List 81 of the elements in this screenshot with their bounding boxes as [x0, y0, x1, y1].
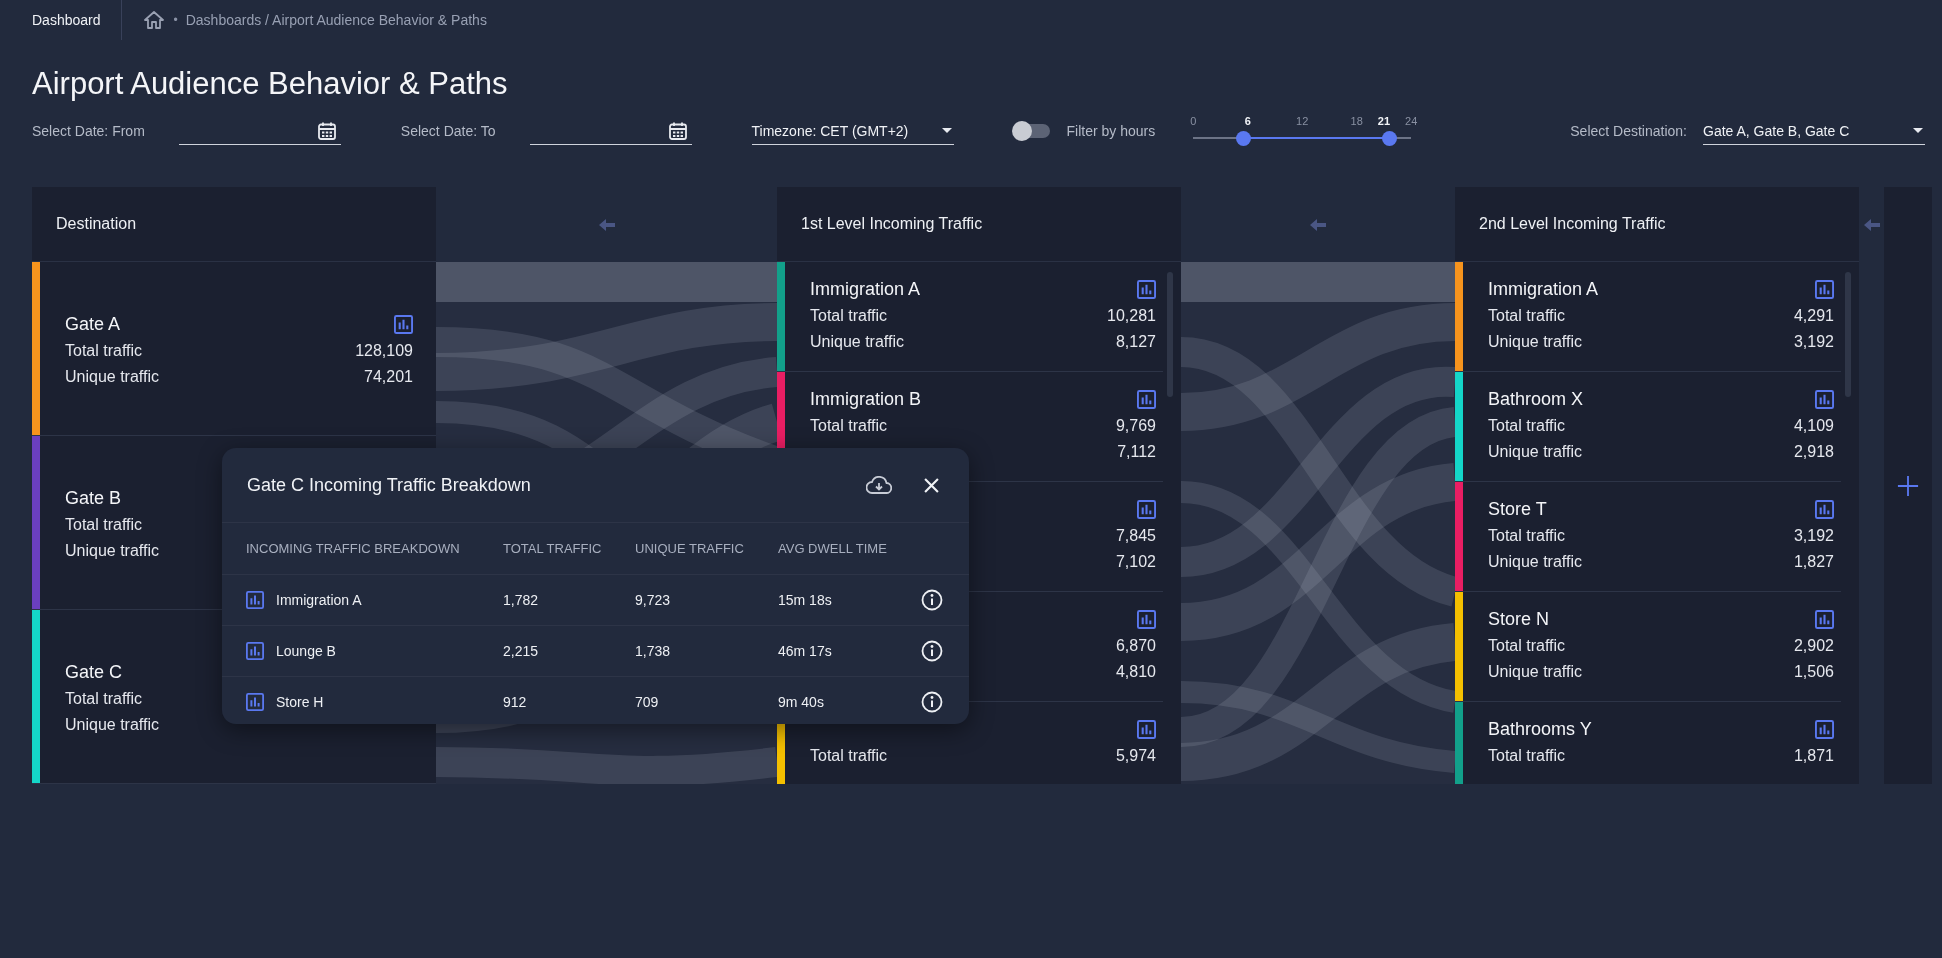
metric-value: 1,506 [1793, 663, 1834, 681]
metric-value: 8,127 [1115, 333, 1156, 351]
location-name: Immigration A [1488, 278, 1599, 300]
breadcrumb-separator: • [173, 13, 178, 27]
popup-title: Gate C Incoming Traffic Breakdown [247, 474, 532, 496]
location-name: Immigration B [810, 388, 922, 410]
metric-value: 5,974 [1115, 747, 1156, 765]
metric-value: 2,902 [1793, 637, 1834, 655]
metric-label: Total traffic [1488, 417, 1566, 435]
metric-label: Total traffic [65, 342, 143, 360]
table-cell-text: 15m 18s [778, 592, 833, 608]
metric-label: Total traffic [65, 516, 143, 534]
metric-value: 3,192 [1793, 527, 1834, 545]
table-cell-text: 709 [635, 694, 660, 710]
metric-label: Unique traffic [65, 368, 159, 386]
metric-value: 4,810 [1115, 663, 1156, 681]
metric-label: Unique traffic [1488, 443, 1582, 461]
table-cell: Immigration A [276, 592, 362, 608]
metric-label: Unique traffic [1488, 553, 1582, 571]
column-header: AVG DWELL TIME [778, 541, 888, 556]
metric-label: Unique traffic [1488, 333, 1582, 351]
tick-label: 24 [1405, 115, 1418, 127]
table-cell-text: 9,723 [635, 592, 672, 608]
tick-label: 6 [1244, 115, 1251, 127]
metric-label: Total traffic [810, 417, 888, 435]
column-header: TOTAL TRAFFIC [503, 541, 603, 556]
metric-value: 4,291 [1793, 307, 1834, 325]
metric-value: 1,827 [1793, 553, 1834, 571]
table-cell: Store H [276, 694, 324, 710]
column-header: INCOMING TRAFFIC BREAKDOWN [246, 541, 461, 556]
metric-value: 7,102 [1115, 553, 1156, 571]
tick-label: 0 [1190, 115, 1197, 127]
metric-value: 128,109 [355, 342, 413, 360]
date-from-label: Select Date: From [32, 123, 145, 139]
table-cell-text: 46m 17s [778, 643, 833, 659]
metric-value: 4,109 [1793, 417, 1834, 435]
metric-value: 74,201 [364, 368, 413, 386]
table-cell: Lounge B [276, 643, 336, 659]
column-header: UNIQUE TRAFFIC [635, 541, 745, 556]
metric-label: Total traffic [810, 747, 888, 765]
metric-label: Unique traffic [65, 542, 159, 560]
metric-value: 2,918 [1793, 443, 1834, 461]
destination-label: Select Destination: [1570, 123, 1687, 139]
metric-value: 7,845 [1115, 527, 1156, 545]
date-to-label: Select Date: To [400, 123, 496, 139]
metric-label: Unique traffic [1488, 663, 1582, 681]
metric-label: Total traffic [1488, 527, 1566, 545]
breadcrumb: Dashboards / Airport Audience Behavior & Paths [185, 12, 487, 28]
metric-label: Total traffic [1488, 747, 1566, 765]
location-name: Store N [1488, 608, 1550, 630]
table-cell-text: 912 [503, 694, 528, 710]
metric-value: 6,870 [1115, 637, 1156, 655]
metric-label: Total traffic [1488, 307, 1566, 325]
metric-label: Total traffic [810, 307, 888, 325]
location-name: Immigration A [810, 278, 921, 300]
metric-value: 9,769 [1115, 417, 1156, 435]
metric-value: 3,192 [1793, 333, 1834, 351]
metric-value: 7,112 [1117, 443, 1156, 461]
metric-label: Unique traffic [810, 333, 904, 351]
location-name: Bathrooms Y [1488, 718, 1592, 740]
metric-label: Total traffic [65, 690, 143, 708]
tick-label: 18 [1350, 115, 1363, 127]
tick-label: 12 [1296, 115, 1309, 127]
metric-value: 10,281 [1107, 307, 1156, 325]
table-cell-text: 2,215 [503, 643, 540, 659]
filter-label: Filter by hours [1066, 123, 1156, 139]
metric-label: Unique traffic [65, 716, 159, 734]
column-title: Destination [56, 215, 137, 233]
tick-label: 21 [1377, 115, 1391, 127]
location-name: Gate B [65, 487, 122, 509]
location-name: Gate C [65, 661, 123, 683]
metric-label: Total traffic [1488, 637, 1566, 655]
table-cell-text: 1,738 [635, 643, 672, 659]
metric-value: 1,871 [1793, 747, 1834, 765]
location-name: Store T [1488, 498, 1547, 520]
location-name: Bathroom X [1488, 388, 1584, 410]
table-cell-text: 1,782 [503, 592, 540, 608]
location-name: Gate A [65, 313, 121, 335]
column-title: 2nd Level Incoming Traffic [1479, 215, 1666, 233]
page-title: Airport Audience Behavior & Paths [32, 65, 509, 103]
column-title: 1st Level Incoming Traffic [801, 215, 983, 233]
